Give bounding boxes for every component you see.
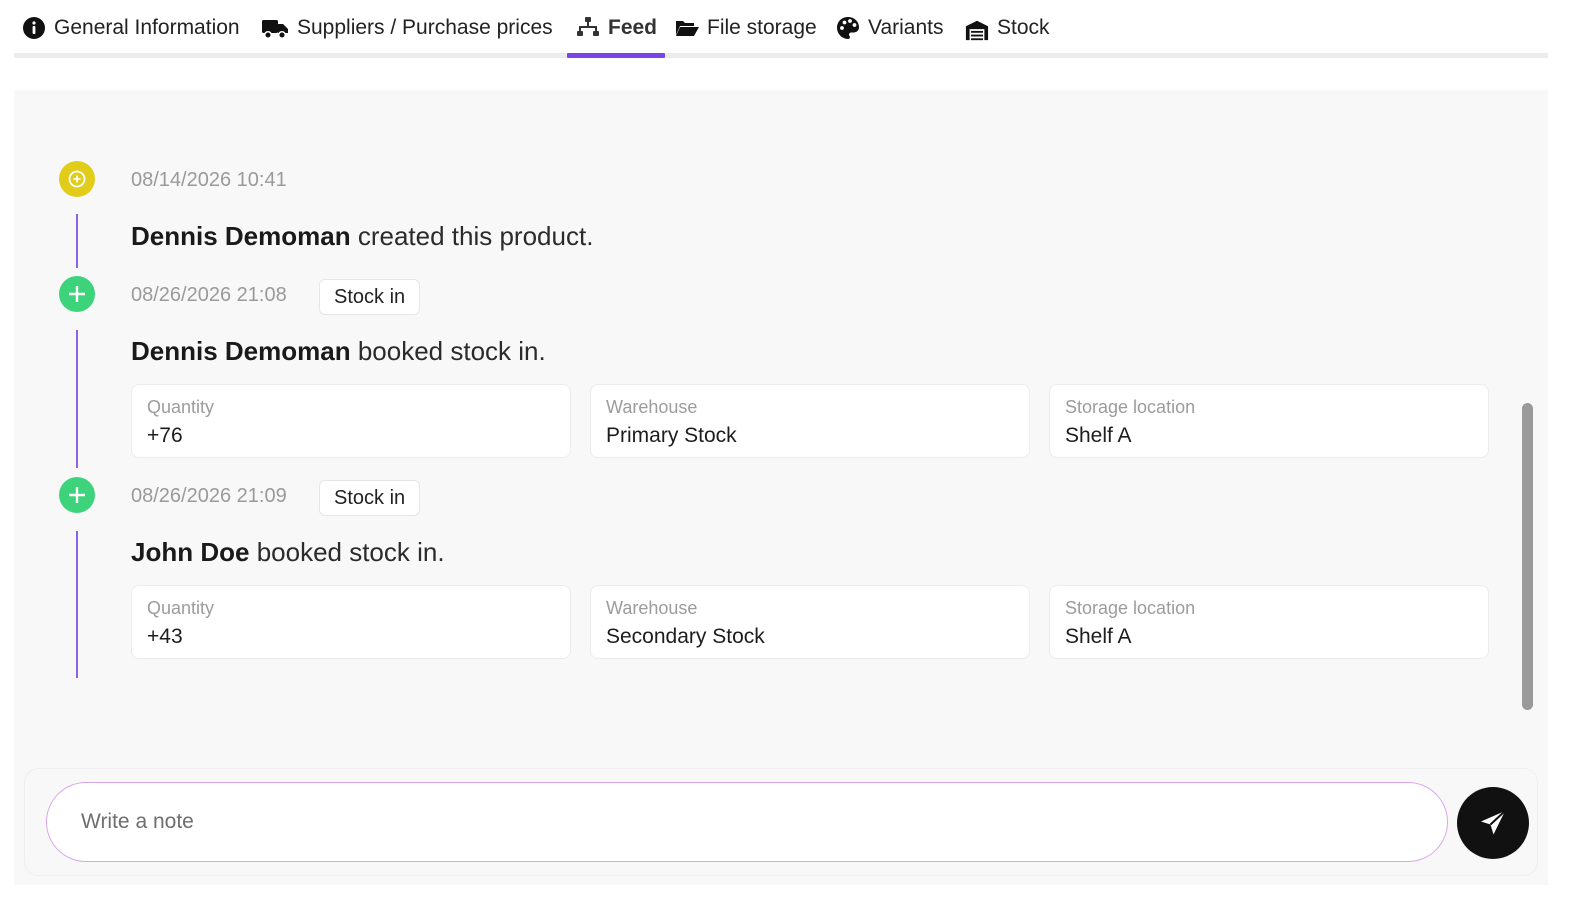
tab-suppliers-purchase-prices[interactable]: Suppliers / Purchase prices <box>262 14 553 58</box>
detail-label: Warehouse <box>606 598 698 618</box>
detail-value: Secondary Stock <box>606 625 765 648</box>
truck-icon <box>262 16 289 40</box>
feed-user: John Doe <box>131 537 250 567</box>
feed-action: created this product. <box>357 221 594 251</box>
tab-general-information[interactable]: General Information <box>22 14 240 58</box>
folder-open-icon <box>675 16 699 40</box>
detail-card-storage-location: Storage location Shelf A <box>1049 384 1489 458</box>
timeline-line <box>76 531 78 678</box>
tab-file-storage[interactable]: File storage <box>675 14 817 58</box>
feed-timestamp: 08/26/2026 21:09 <box>131 485 287 507</box>
detail-label: Storage location <box>1065 598 1196 618</box>
detail-value: Primary Stock <box>606 424 737 447</box>
detail-label: Quantity <box>147 598 215 618</box>
tab-bar: General Information Suppliers / Purchase… <box>14 0 1548 58</box>
feed-panel: 08/14/2026 10:41 Dennis Demoman created … <box>14 90 1548 885</box>
send-button[interactable] <box>1457 787 1529 859</box>
feed-scrollbar[interactable] <box>1522 403 1533 710</box>
palette-icon <box>836 16 860 40</box>
tab-label: Feed <box>608 16 658 39</box>
detail-card-quantity: Quantity +76 <box>131 384 571 458</box>
tab-feed[interactable]: Feed <box>576 14 657 58</box>
tab-label: General Information <box>54 16 240 39</box>
tab-label: Stock <box>997 16 1050 39</box>
tab-stock[interactable]: Stock <box>965 14 1050 58</box>
detail-card-warehouse: Warehouse Primary Stock <box>590 384 1030 458</box>
feed-user: Dennis Demoman <box>131 221 351 251</box>
feed-action: booked stock in. <box>357 336 546 366</box>
tab-label: Variants <box>868 16 944 39</box>
detail-value: Shelf A <box>1065 424 1132 447</box>
warehouse-icon <box>965 18 989 42</box>
sitemap-icon <box>576 16 600 40</box>
tab-variants[interactable]: Variants <box>836 14 943 58</box>
plus-icon <box>59 477 95 513</box>
tab-label: Suppliers / Purchase prices <box>297 16 553 39</box>
detail-label: Warehouse <box>606 397 698 417</box>
status-badge: Stock in <box>319 279 421 315</box>
plus-icon <box>59 276 95 312</box>
feed-timestamp: 08/14/2026 10:41 <box>131 169 287 191</box>
feed-message: Dennis Demoman booked stock in. <box>131 336 546 367</box>
tab-label: File storage <box>707 16 817 39</box>
note-input[interactable] <box>46 782 1448 862</box>
detail-value: +76 <box>147 424 183 447</box>
feed-message: John Doe booked stock in. <box>131 537 445 568</box>
detail-value: Shelf A <box>1065 625 1132 648</box>
detail-card-quantity: Quantity +43 <box>131 585 571 659</box>
paper-plane-icon <box>1478 808 1508 838</box>
active-tab-indicator <box>567 53 665 58</box>
feed-timestamp: 08/26/2026 21:08 <box>131 284 287 306</box>
timeline-line <box>76 214 78 268</box>
detail-card-warehouse: Warehouse Secondary Stock <box>590 585 1030 659</box>
status-badge: Stock in <box>319 480 421 516</box>
feed-user: Dennis Demoman <box>131 336 351 366</box>
feed-message: Dennis Demoman created this product. <box>131 221 593 252</box>
info-circle-icon <box>22 16 46 40</box>
plus-circle-icon <box>59 161 95 197</box>
timeline-line <box>76 330 78 468</box>
detail-label: Storage location <box>1065 397 1196 417</box>
feed-action: booked stock in. <box>256 537 445 567</box>
detail-value: +43 <box>147 625 183 648</box>
detail-label: Quantity <box>147 397 215 417</box>
detail-card-storage-location: Storage location Shelf A <box>1049 585 1489 659</box>
